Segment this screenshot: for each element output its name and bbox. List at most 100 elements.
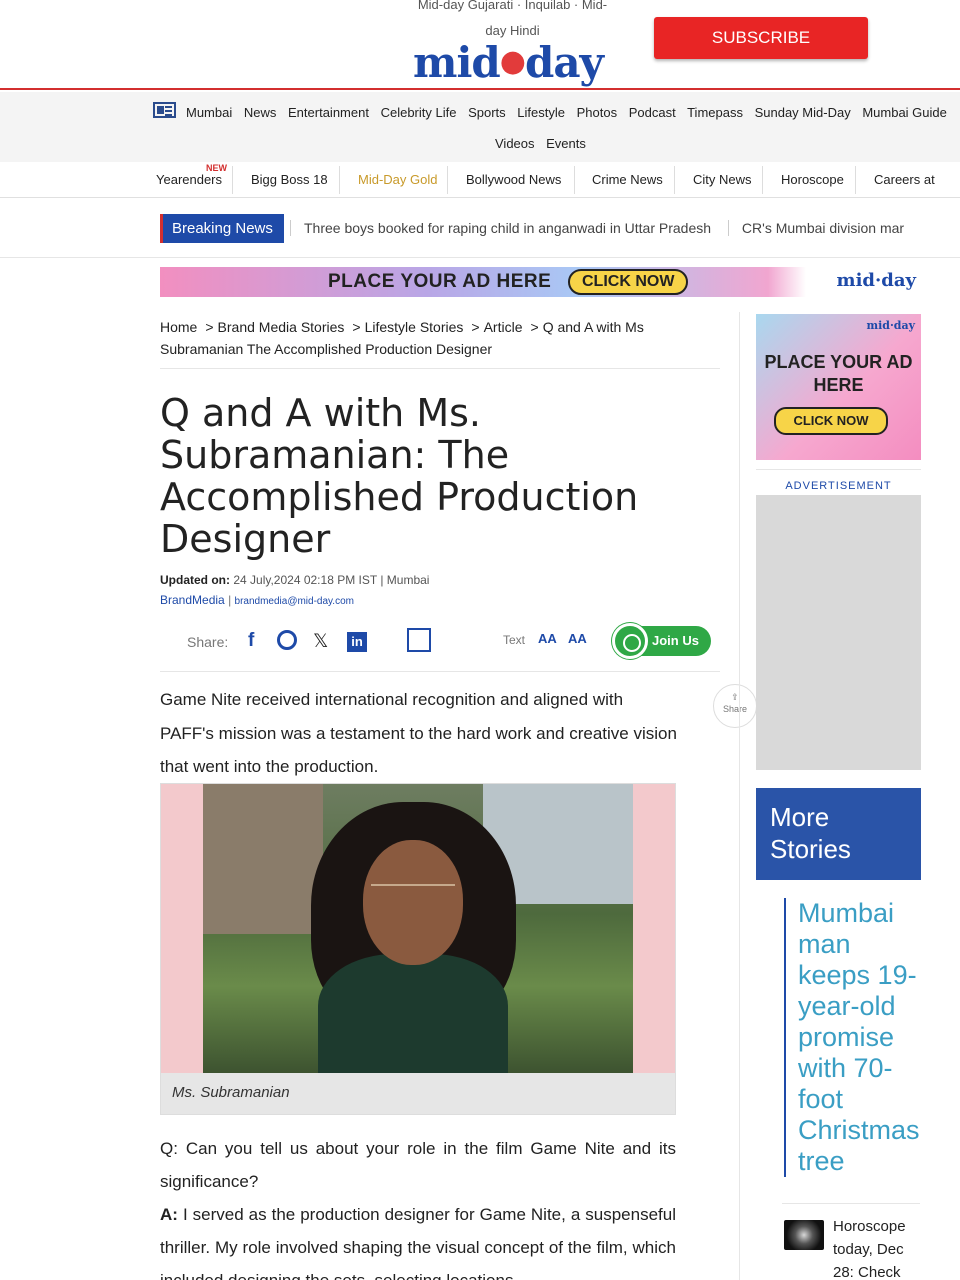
- breaking-news-label: Breaking News: [160, 214, 284, 243]
- nav-item-mumbai[interactable]: Mumbai: [186, 105, 232, 120]
- breadcrumb-article[interactable]: Article: [484, 319, 523, 335]
- facebook-icon[interactable]: f: [248, 630, 254, 652]
- nav-item-sunday-mid-day[interactable]: Sunday Mid-Day: [755, 105, 851, 120]
- sidebar-ad[interactable]: mid·day PLACE YOUR AD HERE CLICK NOW: [756, 314, 921, 460]
- nav-item-lifestyle[interactable]: Lifestyle: [517, 105, 565, 120]
- epaper-icon[interactable]: [153, 102, 176, 118]
- nav2-divider: [674, 166, 675, 194]
- ticker-item[interactable]: CR's Mumbai division mar: [727, 220, 918, 236]
- nav-item-mumbai-guide[interactable]: Mumbai Guide: [862, 105, 947, 120]
- answer-paragraph: A: I served as the production designer f…: [160, 1198, 676, 1280]
- answer-label: A:: [160, 1205, 178, 1224]
- nav2-divider: [762, 166, 763, 194]
- breadcrumb-separator: >: [471, 319, 480, 335]
- whatsapp-icon[interactable]: [277, 630, 297, 650]
- nav2-divider: [574, 166, 575, 194]
- font-decrease-button[interactable]: AA: [538, 631, 557, 646]
- article-body: Q: Can you tell us about your role in th…: [160, 1132, 676, 1280]
- breaking-news-ticker: Three boys booked for raping child in an…: [290, 214, 960, 243]
- nav-item-news[interactable]: News: [244, 105, 277, 120]
- story-link[interactable]: Horoscope today, Dec 28: Check: [833, 1215, 923, 1280]
- site-logo[interactable]: mid●day: [413, 38, 604, 87]
- nav2-item-bigg-boss[interactable]: Bigg Boss 18: [251, 172, 328, 187]
- top-ad-banner[interactable]: PLACE YOUR AD HERE CLICK NOW mid·day: [160, 267, 920, 297]
- breadcrumb-separator: >: [352, 319, 361, 335]
- nav2-item-careers[interactable]: Careers at: [874, 172, 935, 187]
- epaper-share-icon[interactable]: [407, 628, 431, 652]
- sidebar-ad-brand: mid·day: [866, 319, 915, 332]
- article-author: BrandMedia | brandmedia@mid-day.com: [160, 593, 354, 607]
- nav2-item-horoscope[interactable]: Horoscope: [781, 172, 844, 187]
- nav2-divider: [232, 166, 233, 194]
- updated-label: Updated on:: [160, 573, 230, 587]
- nav2-divider: [855, 166, 856, 194]
- primary-nav: Mumbai News Entertainment Celebrity Life…: [0, 92, 960, 162]
- nav-item-timepass[interactable]: Timepass: [687, 105, 743, 120]
- nav-item-celebrity-life[interactable]: Celebrity Life: [381, 105, 457, 120]
- nav-item-entertainment[interactable]: Entertainment: [288, 105, 369, 120]
- story-divider: [782, 1203, 920, 1204]
- nav2-divider: [447, 166, 448, 194]
- story-link[interactable]: Mumbai man keeps 19-year-old promise wit…: [784, 898, 924, 1177]
- whatsapp-join-button[interactable]: Join Us: [612, 623, 711, 659]
- whatsapp-icon: [612, 623, 648, 659]
- share-bar: Share: f 𝕏 in Text AA AA Join Us: [160, 620, 720, 672]
- breadcrumb-lifestyle[interactable]: Lifestyle Stories: [365, 319, 464, 335]
- join-label: Join Us: [652, 633, 699, 648]
- article-meta: Updated on: 24 July,2024 02:18 PM IST | …: [160, 573, 430, 587]
- ad-banner-cta[interactable]: CLICK NOW: [568, 269, 689, 295]
- x-icon[interactable]: 𝕏: [313, 630, 328, 653]
- story-thumbnail[interactable]: [784, 1220, 824, 1250]
- column-divider: [739, 312, 740, 1280]
- nav2-item-city-news[interactable]: City News: [693, 172, 752, 187]
- font-increase-button[interactable]: AA: [568, 631, 587, 646]
- breadcrumb: Home > Brand Media Stories > Lifestyle Stori…: [160, 316, 720, 369]
- breadcrumb-separator: >: [205, 319, 214, 335]
- subscribe-button[interactable]: SUBSCRIBE: [654, 17, 868, 59]
- nav2-item-bollywood-news[interactable]: Bollywood News: [466, 172, 561, 187]
- sidebar-ad-cta[interactable]: CLICK NOW: [774, 407, 888, 435]
- article-image[interactable]: [161, 784, 675, 1073]
- ad-banner-brand: mid·day: [836, 270, 916, 291]
- text-size-label: Text: [503, 633, 526, 647]
- nav-item-events[interactable]: Events: [546, 136, 586, 151]
- author-email[interactable]: brandmedia@mid-day.com: [235, 596, 354, 607]
- author-name[interactable]: BrandMedia: [160, 593, 225, 607]
- sidebar-ad-text: PLACE YOUR AD HERE: [764, 352, 913, 395]
- floating-share-label: Share: [722, 704, 748, 714]
- nav2-item-yearenders[interactable]: Yearenders: [156, 172, 222, 187]
- answer-text: I served as the production designer for …: [160, 1205, 677, 1280]
- nav-item-podcast[interactable]: Podcast: [629, 105, 676, 120]
- nav2-item-crime-news[interactable]: Crime News: [592, 172, 663, 187]
- site-header: Mid-day Gujarati · Inquilab · Mid-day Hi…: [0, 0, 960, 90]
- linkedin-icon[interactable]: in: [347, 632, 367, 652]
- image-caption: Ms. Subramanian: [172, 1084, 290, 1101]
- ticker-item[interactable]: Three boys booked for raping child in an…: [290, 220, 725, 236]
- nav-item-sports[interactable]: Sports: [468, 105, 506, 120]
- advertisement-label: ADVERTISEMENT: [785, 480, 892, 492]
- article-lead: Game Nite received international recogni…: [160, 690, 677, 776]
- advertisement-slot[interactable]: [756, 495, 921, 770]
- primary-nav-row: Mumbai News Entertainment Celebrity Life…: [186, 105, 955, 120]
- breaking-news-bar: Breaking News Three boys booked for rapi…: [0, 198, 960, 258]
- article-location: Mumbai: [386, 573, 430, 587]
- question-text: Q: Can you tell us about your role in th…: [160, 1139, 676, 1191]
- nav2-divider: [339, 166, 340, 194]
- share-label: Share:: [187, 634, 229, 650]
- secondary-nav: NEW Yearenders Bigg Boss 18 Mid-Day Gold…: [0, 162, 960, 198]
- more-stories-heading: More Stories: [756, 788, 921, 880]
- share-icon: ⇪: [731, 692, 739, 702]
- nav-item-videos[interactable]: Videos: [495, 136, 535, 151]
- ad-banner-text: PLACE YOUR AD HERE: [328, 271, 552, 292]
- nav2-item-mid-day-gold[interactable]: Mid-Day Gold: [358, 172, 437, 187]
- article-title: Q and A with Ms. Subramanian: The Accomp…: [160, 391, 639, 561]
- updated-date: 24 July,2024 02:18 PM IST: [233, 573, 377, 587]
- primary-nav-row-2: Videos Events: [495, 136, 594, 151]
- breadcrumb-home[interactable]: Home: [160, 319, 197, 335]
- breadcrumb-brand-media[interactable]: Brand Media Stories: [218, 319, 345, 335]
- article-image-figure: Ms. Subramanian: [160, 783, 676, 1115]
- sidebar-divider: [756, 469, 921, 470]
- nav-item-photos[interactable]: Photos: [577, 105, 617, 120]
- floating-share-button[interactable]: ⇪ Share: [713, 684, 757, 728]
- breadcrumb-separator: >: [530, 319, 539, 335]
